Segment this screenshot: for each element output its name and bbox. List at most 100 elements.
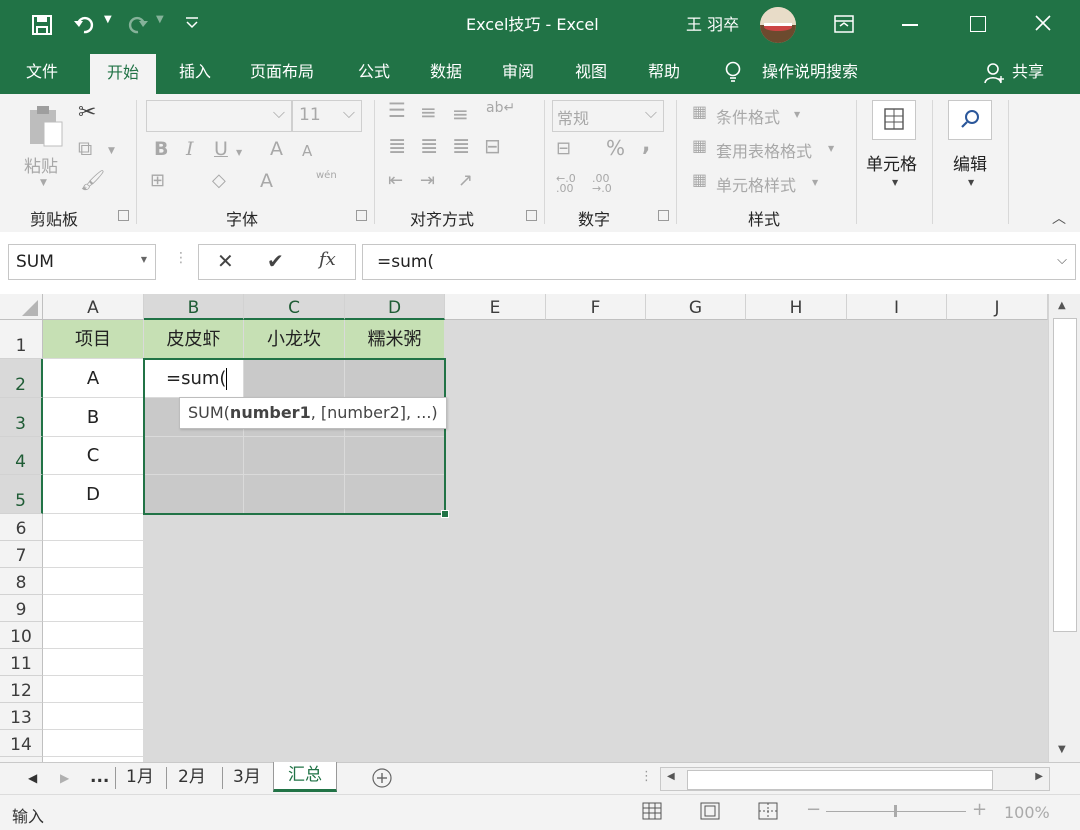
cut-icon[interactable]: ✂ bbox=[78, 100, 96, 125]
phonetic-icon[interactable]: wén bbox=[316, 170, 337, 181]
row-header-13[interactable]: 13 bbox=[0, 703, 43, 730]
zoom-out-icon[interactable]: − bbox=[806, 799, 821, 820]
ribbon-display-options-icon[interactable] bbox=[834, 15, 854, 33]
underline-dropdown-icon[interactable]: ▼ bbox=[236, 148, 242, 157]
scroll-right-icon[interactable]: ▶ bbox=[1035, 771, 1043, 782]
cells-icon[interactable] bbox=[872, 100, 916, 140]
customize-icon[interactable] bbox=[182, 12, 202, 32]
format-painter-icon[interactable]: 🖌 bbox=[80, 168, 105, 192]
conditional-format-dropdown-icon[interactable]: ▼ bbox=[794, 110, 800, 119]
conditional-format-button[interactable]: 条件格式 bbox=[716, 104, 780, 128]
horizontal-scroll-thumb[interactable] bbox=[687, 770, 993, 790]
vertical-scroll-thumb[interactable] bbox=[1053, 318, 1077, 632]
zoom-level[interactable]: 100% bbox=[1004, 803, 1050, 822]
tab-formulas[interactable]: 公式 bbox=[358, 50, 390, 94]
vertical-scrollbar[interactable]: ▲ ▼ bbox=[1048, 294, 1080, 762]
lightbulb-icon[interactable] bbox=[724, 61, 742, 83]
fill-color-icon[interactable]: ◇ bbox=[212, 170, 226, 191]
borders-icon[interactable]: ⊞ bbox=[150, 170, 165, 191]
column-header-h[interactable]: H bbox=[746, 294, 847, 320]
editing-label[interactable]: 编辑 bbox=[953, 150, 987, 175]
italic-button[interactable]: I bbox=[186, 138, 194, 160]
font-launcher-icon[interactable] bbox=[356, 210, 367, 221]
font-size-dropdown[interactable]: 11 ⌵ bbox=[292, 100, 362, 132]
merge-center-icon[interactable]: ⊟ bbox=[484, 134, 501, 158]
increase-indent-icon[interactable]: ⇥ bbox=[420, 170, 435, 191]
zoom-slider-thumb[interactable] bbox=[894, 805, 897, 817]
row-header-8[interactable]: 8 bbox=[0, 568, 43, 595]
cell-a2[interactable]: A bbox=[43, 359, 144, 398]
normal-view-icon[interactable] bbox=[642, 801, 662, 821]
cell-a5[interactable]: D bbox=[43, 475, 144, 514]
decrease-font-button[interactable]: A bbox=[302, 142, 312, 160]
row-header-12[interactable]: 12 bbox=[0, 676, 43, 703]
user-name[interactable]: 王 羽卒 bbox=[686, 14, 739, 36]
row-header-1[interactable]: 1 bbox=[0, 320, 43, 359]
zoom-slider[interactable] bbox=[826, 805, 966, 817]
tell-me-search[interactable]: 操作说明搜索 bbox=[762, 50, 858, 94]
tab-home[interactable]: 开始 bbox=[90, 54, 157, 94]
tab-page-layout[interactable]: 页面布局 bbox=[250, 50, 314, 94]
decrease-indent-icon[interactable]: ⇤ bbox=[388, 170, 403, 191]
share-person-icon[interactable] bbox=[984, 62, 1004, 84]
format-as-table-dropdown-icon[interactable]: ▼ bbox=[828, 144, 834, 153]
fill-handle[interactable] bbox=[441, 510, 449, 518]
row-header-9[interactable]: 9 bbox=[0, 595, 43, 622]
column-header-c[interactable]: C bbox=[244, 294, 345, 320]
horizontal-scrollbar[interactable]: ◀ ▶ bbox=[660, 767, 1050, 791]
tab-insert[interactable]: 插入 bbox=[179, 50, 211, 94]
sheet-tab-more[interactable]: ... bbox=[90, 764, 109, 792]
editing-icon[interactable] bbox=[948, 100, 992, 140]
tab-split-handle-icon[interactable]: ⋮ bbox=[640, 769, 653, 784]
align-left-icon[interactable]: ≣ bbox=[388, 134, 406, 159]
align-right-icon[interactable]: ≣ bbox=[452, 134, 470, 159]
page-break-view-icon[interactable] bbox=[758, 801, 778, 821]
conditional-format-icon[interactable]: ▦ bbox=[692, 102, 707, 121]
column-header-d[interactable]: D bbox=[345, 294, 445, 320]
column-header-a[interactable]: A bbox=[43, 294, 144, 320]
cell-a3[interactable]: B bbox=[43, 398, 144, 437]
function-tooltip[interactable]: SUM(number1, [number2], ...) bbox=[179, 397, 447, 429]
row-header-5[interactable]: 5 bbox=[0, 475, 43, 514]
name-box[interactable]: SUM ▼ bbox=[8, 244, 156, 280]
alignment-launcher-icon[interactable] bbox=[526, 210, 537, 221]
save-icon[interactable] bbox=[30, 13, 54, 37]
cells-dropdown-icon[interactable]: ▼ bbox=[892, 178, 898, 187]
column-header-e[interactable]: E bbox=[445, 294, 546, 320]
share-button[interactable]: 共享 bbox=[1012, 50, 1044, 94]
table-format-icon[interactable]: ▦ bbox=[692, 136, 707, 155]
scroll-up-icon[interactable]: ▲ bbox=[1058, 300, 1066, 311]
scroll-left-icon[interactable]: ◀ bbox=[667, 771, 675, 782]
confirm-entry-icon[interactable]: ✔ bbox=[267, 249, 284, 273]
percent-button[interactable]: % bbox=[606, 136, 625, 160]
row-header-14[interactable]: 14 bbox=[0, 730, 43, 757]
increase-font-button[interactable]: A bbox=[270, 138, 283, 160]
row-header-10[interactable]: 10 bbox=[0, 622, 43, 649]
paste-icon[interactable] bbox=[26, 104, 66, 148]
cell-d1[interactable]: 糯米粥 bbox=[345, 320, 445, 359]
font-color-button[interactable]: A bbox=[260, 170, 273, 192]
row-header-4[interactable]: 4 bbox=[0, 437, 43, 475]
tab-review[interactable]: 审阅 bbox=[502, 50, 534, 94]
undo-dropdown-icon[interactable]: ▼ bbox=[104, 14, 112, 25]
select-all-corner[interactable] bbox=[0, 294, 43, 320]
cancel-entry-icon[interactable]: ✕ bbox=[217, 249, 234, 273]
cell-styles-button[interactable]: 单元格样式 bbox=[716, 172, 796, 196]
formula-input[interactable]: =sum( ⌵ bbox=[362, 244, 1076, 280]
sheet-tab-feb[interactable]: 2月 bbox=[178, 764, 206, 792]
copy-dropdown-icon[interactable]: ▼ bbox=[108, 146, 115, 156]
column-header-i[interactable]: I bbox=[847, 294, 947, 320]
scroll-sheets-right-icon[interactable]: ▶ bbox=[60, 771, 69, 785]
tab-data[interactable]: 数据 bbox=[430, 50, 462, 94]
cell-a4[interactable]: C bbox=[43, 437, 144, 475]
comma-button[interactable]: , bbox=[642, 132, 650, 157]
collapse-ribbon-icon[interactable]: ︿ bbox=[1052, 208, 1066, 228]
number-format-dropdown[interactable]: 常规 ⌵ bbox=[552, 100, 664, 132]
underline-button[interactable]: U bbox=[214, 138, 228, 160]
align-center-icon[interactable]: ≣ bbox=[420, 134, 438, 159]
cell-styles-dropdown-icon[interactable]: ▼ bbox=[812, 178, 818, 187]
align-bottom-icon[interactable]: ≡ bbox=[452, 102, 469, 126]
zoom-in-icon[interactable]: + bbox=[972, 799, 987, 820]
column-header-f[interactable]: F bbox=[546, 294, 646, 320]
paste-label[interactable]: 粘贴 bbox=[24, 152, 58, 177]
